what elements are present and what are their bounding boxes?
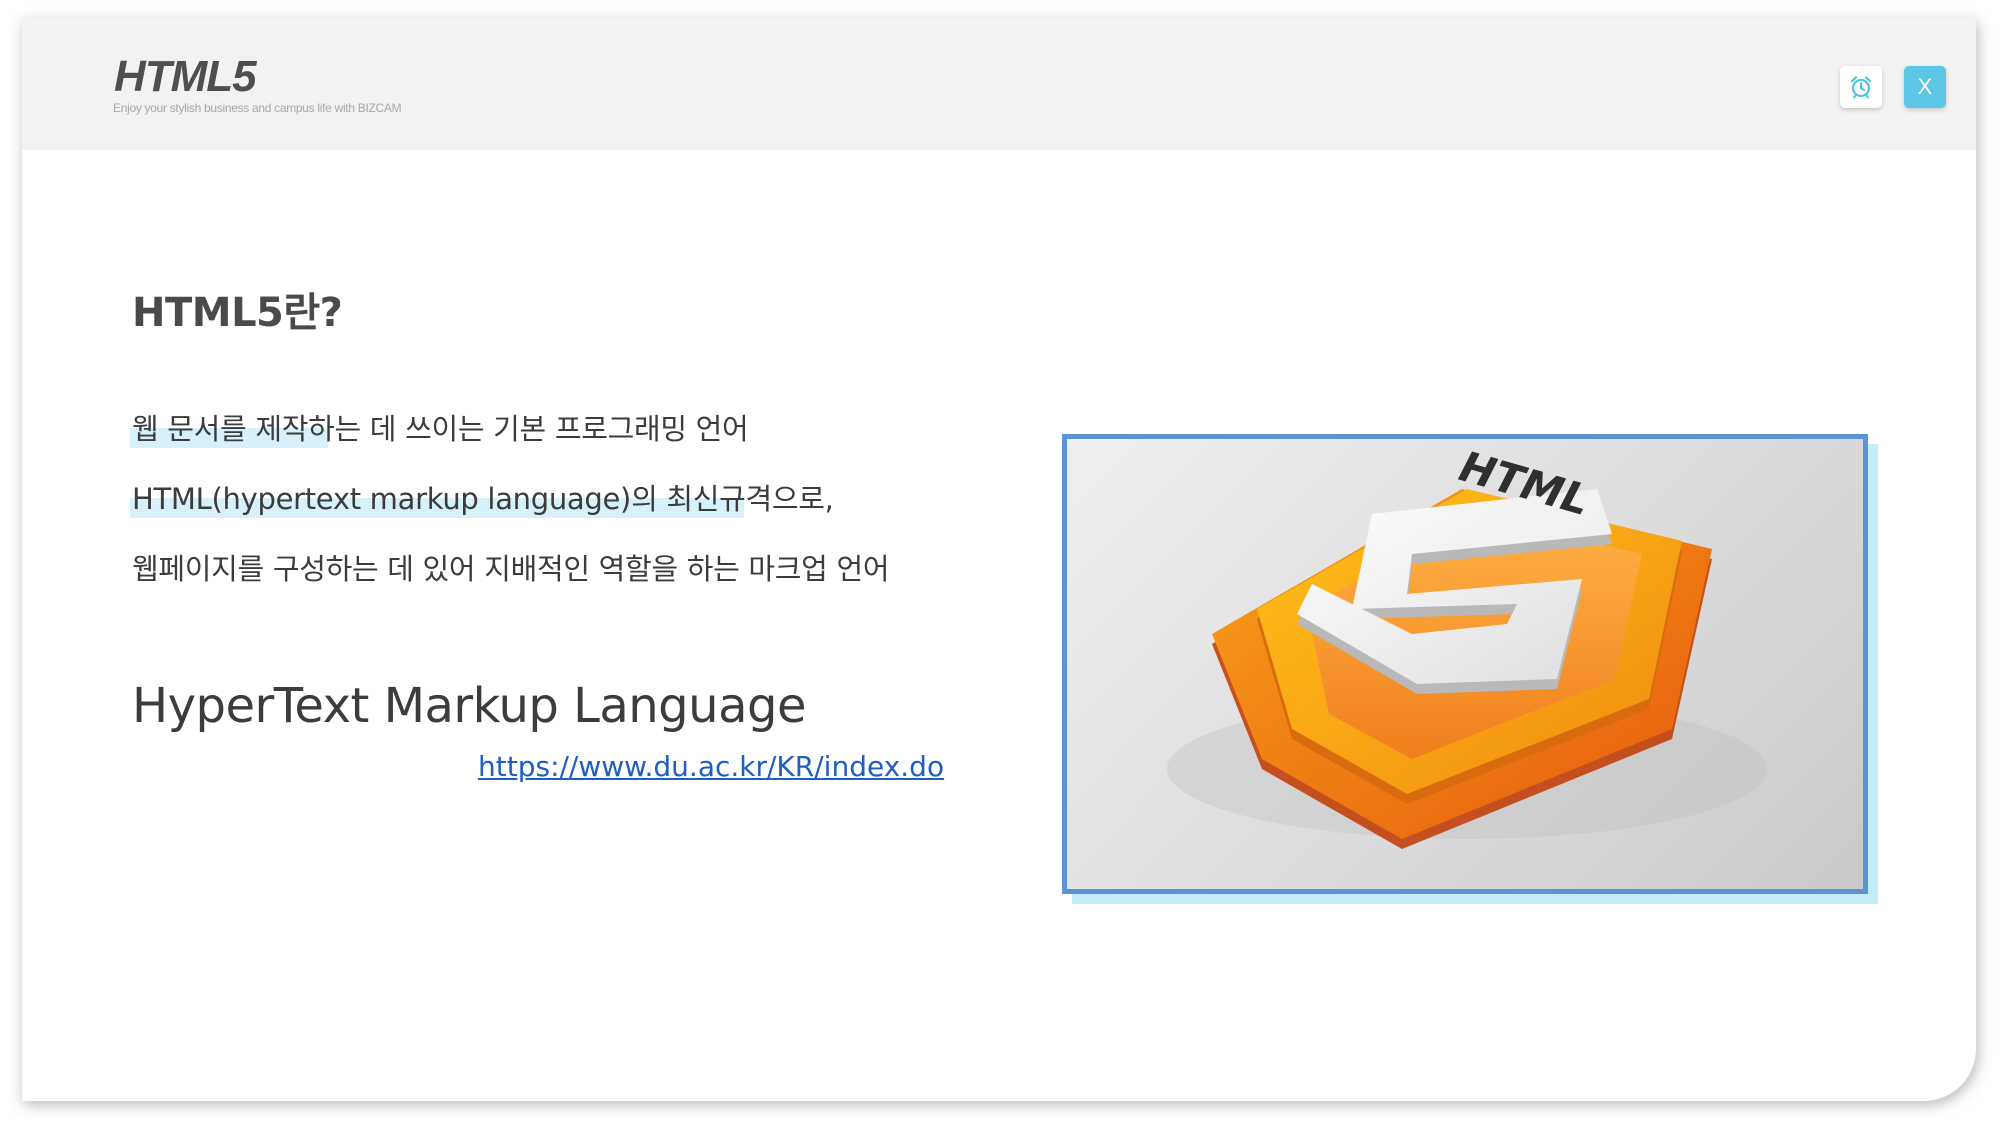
html5-logo-image: HTML: [1062, 434, 1868, 894]
header-bar: HTML5 Enjoy your stylish business and ca…: [22, 18, 1976, 150]
description-line-3: 웹페이지를 구성하는 데 있어 지배적인 역할을 하는 마크업 언어: [132, 552, 890, 586]
slide: HTML5 Enjoy your stylish business and ca…: [22, 18, 1976, 1101]
brand-subtitle: Enjoy your stylish business and campus l…: [113, 101, 402, 115]
close-button[interactable]: X: [1904, 66, 1946, 108]
university-link[interactable]: https://www.du.ac.kr/KR/index.do: [478, 750, 944, 783]
description-line-2: HTML(hypertext markup language)의 최신규격으로,: [132, 482, 834, 516]
description-line-1: 웹 문서를 제작하는 데 쓰이는 기본 프로그래밍 언어: [132, 412, 749, 446]
alarm-button[interactable]: [1840, 66, 1882, 108]
alarm-clock-icon: [1850, 76, 1872, 99]
html5-logo-graphic: HTML: [1167, 442, 1767, 849]
brand-title: HTML5: [114, 52, 257, 101]
section-heading: HTML5란?: [132, 290, 343, 336]
hypertext-term: HyperText Markup Language: [132, 678, 806, 734]
